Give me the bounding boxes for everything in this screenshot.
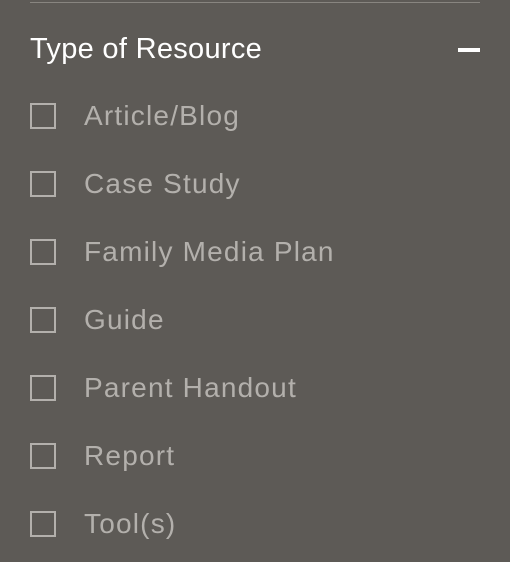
filter-options-list: Article/Blog Case Study Family Media Pla…: [30, 100, 480, 540]
checkbox-icon: [30, 511, 56, 537]
checkbox-icon: [30, 239, 56, 265]
filter-option-article-blog[interactable]: Article/Blog: [30, 100, 480, 132]
filter-option-report[interactable]: Report: [30, 440, 480, 472]
option-label: Parent Handout: [84, 372, 297, 404]
collapse-icon: [458, 48, 480, 52]
filter-option-guide[interactable]: Guide: [30, 304, 480, 336]
option-label: Tool(s): [84, 508, 176, 540]
option-label: Article/Blog: [84, 100, 240, 132]
checkbox-icon: [30, 307, 56, 333]
checkbox-icon: [30, 375, 56, 401]
section-divider: [30, 2, 480, 3]
option-label: Guide: [84, 304, 165, 336]
filter-header[interactable]: Type of Resource: [30, 33, 480, 66]
filter-option-case-study[interactable]: Case Study: [30, 168, 480, 200]
filter-option-family-media-plan[interactable]: Family Media Plan: [30, 236, 480, 268]
filter-option-tools[interactable]: Tool(s): [30, 508, 480, 540]
filter-option-parent-handout[interactable]: Parent Handout: [30, 372, 480, 404]
option-label: Report: [84, 440, 175, 472]
option-label: Case Study: [84, 168, 241, 200]
checkbox-icon: [30, 171, 56, 197]
option-label: Family Media Plan: [84, 236, 335, 268]
checkbox-icon: [30, 103, 56, 129]
checkbox-icon: [30, 443, 56, 469]
filter-title: Type of Resource: [30, 33, 262, 66]
